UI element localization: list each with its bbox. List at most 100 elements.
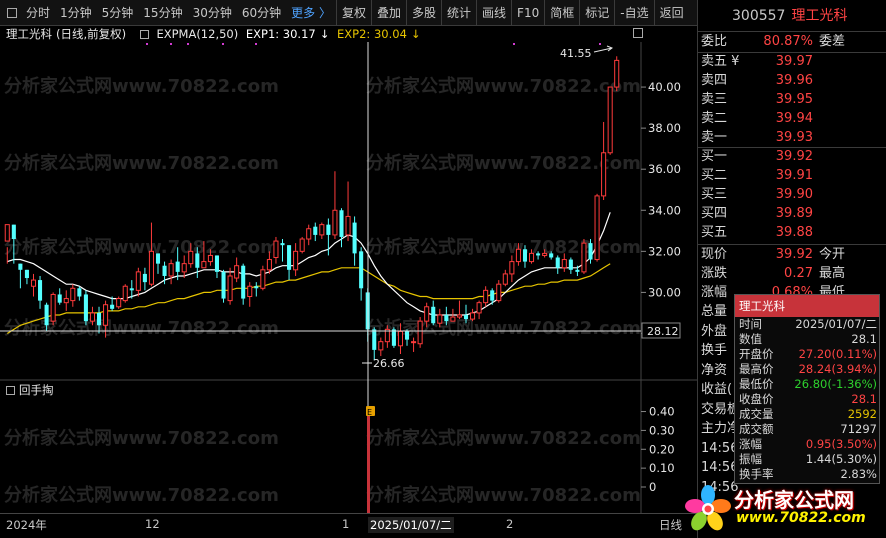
price-axis: 40.0038.0036.0034.0032.0030.0028.00: [641, 80, 681, 340]
sell-level-row-value: 39.97: [775, 54, 813, 69]
candle-body: [181, 263, 187, 273]
tooltip-key: 成交额: [739, 422, 774, 436]
tooltip-value: 27.20(0.11%): [798, 347, 877, 361]
candle-body: [188, 250, 194, 265]
crosshair-price-label: 28.12: [647, 325, 679, 338]
candle-body: [266, 259, 272, 271]
tooltip-key: 数值: [739, 332, 762, 346]
candle-body: [103, 304, 109, 326]
candle-body: [594, 195, 600, 261]
site-logo: 分析家公式网 www.70822.com: [676, 480, 886, 538]
sell-level-row-label: 卖四: [701, 73, 728, 88]
sub-indicator-axis: 0.40 0.30 0.20 0.10 0: [641, 405, 675, 494]
tooltip-row: 最高价 28.24(3.94%): [735, 362, 879, 377]
buy-level-row-value: 39.90: [775, 187, 813, 202]
candle-body: [162, 265, 167, 276]
statistics-button[interactable]: 统计: [441, 0, 476, 26]
tab-timeshare[interactable]: 分时: [21, 0, 55, 26]
buy-level-row-value: 39.91: [775, 168, 813, 183]
candle-body: [483, 289, 489, 304]
date-tick: 2024年: [6, 518, 47, 532]
date-cursor-label: 2025/01/07/二: [368, 517, 454, 533]
watermark-text: 分析家公式网www.70822.com: [366, 152, 641, 174]
sell-level-row: 卖二 39.94: [701, 109, 813, 129]
candle-body: [148, 250, 154, 285]
indicator-box[interactable]: [139, 30, 149, 39]
high-annotation: 41.55: [560, 45, 614, 60]
candle-body: [391, 329, 396, 346]
watermark-text: 分析家公式网www.70822.com: [4, 484, 279, 506]
price-tick-label: 38.00: [648, 121, 681, 135]
tab-1min[interactable]: 1分钟: [55, 0, 97, 26]
window-toggle-icon[interactable]: [633, 28, 643, 38]
buy-level-row-value: 39.89: [775, 206, 813, 221]
candle-body: [195, 253, 200, 268]
candle-body: [417, 320, 423, 345]
chart-legend: 理工光科 (日线,前复权) EXPMA(12,50) EXP1: 30.17 ↓ E…: [0, 26, 697, 42]
candle-body: [450, 316, 456, 322]
candle-body: [11, 224, 16, 240]
more-button[interactable]: 更多 〉: [286, 0, 336, 26]
quote-row-label: 涨跌: [701, 266, 728, 281]
logo-brand: 分析家公式网: [734, 488, 854, 512]
adjust-button[interactable]: 复权: [335, 0, 371, 26]
date-tick: 12: [145, 517, 160, 531]
sell-level-row: 卖五 ¥ 39.97: [701, 52, 813, 72]
candle-body: [273, 240, 279, 258]
multi-stock-button[interactable]: 多股: [406, 0, 441, 26]
sub-tick-label: 0.20: [649, 442, 675, 456]
candle-body: [345, 215, 351, 236]
sell-level-row-label: 卖五 ¥: [701, 54, 740, 69]
quote-row-label2: 今开: [819, 247, 846, 262]
candle-body: [359, 251, 364, 289]
quote-row-value: 0.27: [784, 266, 813, 281]
quote-row-label2: 最高: [819, 266, 846, 281]
candle-body: [38, 280, 43, 301]
sub-indicator-legend: 回手掏: [6, 382, 54, 398]
kline-chart[interactable]: 分析家公式网www.70822.com 分析家公式网www.70822.com 分析…: [0, 26, 697, 513]
candle-body: [378, 341, 384, 351]
candle-body: [404, 331, 410, 340]
back-button[interactable]: 返回: [653, 0, 689, 26]
tooltip-key: 振幅: [739, 452, 762, 466]
tooltip-key: 开盘价: [739, 347, 774, 361]
tab-30min[interactable]: 30分钟: [188, 0, 237, 26]
menu-icon[interactable]: [7, 7, 17, 18]
candle-body: [372, 329, 377, 350]
signal-bar: [367, 416, 370, 513]
tab-60min[interactable]: 60分钟: [237, 0, 286, 26]
price-tick-label: 34.00: [648, 203, 681, 217]
panel-header: 300557 理工光科: [698, 0, 886, 32]
candle-body: [57, 294, 62, 303]
watermark-text: 分析家公式网www.70822.com: [4, 427, 279, 449]
candle-body: [116, 298, 122, 308]
candle-body: [614, 59, 620, 88]
candle-body: [509, 261, 515, 275]
sub-indicator-box[interactable]: [6, 386, 15, 395]
mark-button[interactable]: 标记: [579, 0, 614, 26]
order-ratio-row: 委比 80.87% 委差: [701, 32, 845, 52]
exp2-arrow-icon: ↓: [410, 27, 421, 41]
quote-row: 现价 39.92 今开: [701, 245, 845, 265]
simple-frame-button[interactable]: 简框: [544, 0, 579, 26]
tooltip-value: 0.95(3.50%): [805, 437, 877, 451]
candles-group: [4, 56, 620, 361]
candle-body: [326, 224, 331, 235]
price-tick-label: 30.00: [648, 285, 681, 299]
overlay-button[interactable]: 叠加: [370, 0, 406, 26]
tooltip-title: 理工光科: [735, 295, 879, 317]
price-tick-label: 32.00: [648, 244, 681, 258]
watchlist-button[interactable]: -自选: [614, 0, 653, 26]
tooltip-row: 涨幅 0.95(3.50%): [735, 437, 879, 452]
tab-5min[interactable]: 5分钟: [97, 0, 139, 26]
draw-line-button[interactable]: 画线: [476, 0, 511, 26]
candle-body: [319, 224, 325, 236]
f10-button[interactable]: F10: [511, 0, 544, 26]
order-ratio-label: 委比: [701, 34, 728, 49]
candle-body: [542, 252, 548, 256]
exp1-value: EXP1: 30.17: [245, 27, 316, 41]
candle-body: [411, 341, 417, 344]
candle-body: [456, 314, 462, 318]
candle-body: [142, 273, 147, 283]
tab-15min[interactable]: 15分钟: [138, 0, 187, 26]
